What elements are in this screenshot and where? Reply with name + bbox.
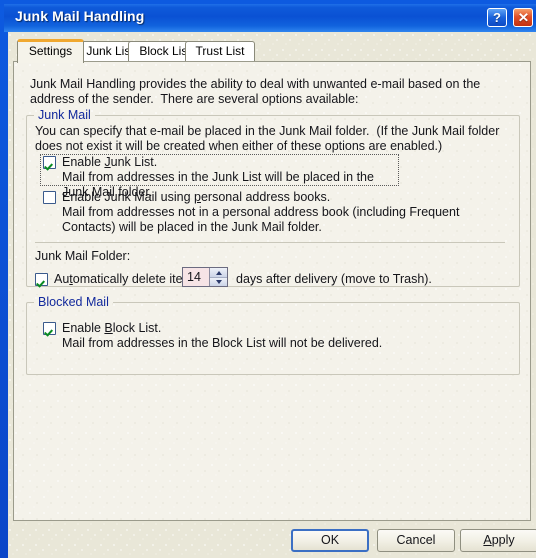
auto-delete-suffix: days after delivery (move to Trash).	[236, 272, 432, 286]
close-glyph: ✕	[517, 10, 529, 25]
tab-trust-list-label: Trust List	[195, 44, 245, 58]
cancel-button[interactable]: Cancel	[377, 529, 455, 552]
junk-mail-description: You can specify that e-mail be placed in…	[35, 124, 503, 153]
enable-block-list-label: Enable Block List.	[62, 321, 162, 335]
tab-settings-label: Settings	[28, 44, 73, 58]
junk-mail-group-legend: Junk Mail	[34, 108, 95, 122]
help-glyph: ?	[493, 10, 501, 25]
enable-junk-list-checkbox-row[interactable]: Enable Junk List. Mail from addresses in…	[43, 155, 399, 199]
enable-personal-address-books-sublabel: Mail from addresses not in a personal ad…	[62, 205, 460, 234]
help-icon[interactable]: ?	[487, 8, 507, 27]
auto-delete-checkbox[interactable]	[35, 273, 48, 286]
intro-text: Junk Mail Handling provides the ability …	[30, 77, 484, 106]
enable-block-list-checkbox-row[interactable]: Enable Block List. Mail from addresses i…	[43, 321, 483, 353]
cancel-button-label: Cancel	[396, 533, 436, 547]
window-title: Junk Mail Handling	[15, 8, 145, 24]
enable-personal-address-books-checkbox-row[interactable]: Enable Junk Mail using personal address …	[43, 190, 498, 236]
days-spinner-buttons	[209, 268, 227, 286]
ok-button[interactable]: OK	[291, 529, 369, 552]
dialog-client-area: Settings Junk List Block List Trust List…	[8, 32, 536, 558]
close-icon[interactable]: ✕	[513, 8, 533, 27]
tab-trust-list[interactable]: Trust List	[185, 41, 255, 61]
tab-block-list-label: Block List	[139, 44, 191, 58]
days-spinner[interactable]: 14	[182, 267, 228, 287]
enable-junk-list-label: Enable Junk List.	[62, 155, 158, 169]
ok-button-label: OK	[320, 533, 340, 547]
junk-mail-separator	[35, 242, 505, 243]
spinner-down-arrow-icon[interactable]	[210, 277, 227, 286]
auto-delete-label: Automatically delete items	[54, 272, 200, 286]
enable-block-list-checkbox[interactable]	[43, 322, 56, 335]
enable-block-list-sublabel: Mail from addresses in the Block List wi…	[62, 336, 383, 350]
dialog-button-bar: OK Cancel Apply	[8, 526, 536, 558]
spinner-up-arrow-icon[interactable]	[210, 268, 227, 277]
tab-junk-list-label: Junk List	[86, 44, 134, 58]
junk-mail-folder-label: Junk Mail Folder:	[35, 249, 131, 263]
apply-button-label: Apply	[483, 533, 515, 547]
enable-personal-address-books-label: Enable Junk Mail using personal address …	[62, 190, 331, 204]
blocked-mail-group-legend: Blocked Mail	[34, 295, 113, 309]
dialog-window: Junk Mail Handling ? ✕ Settings Junk Lis…	[0, 0, 536, 558]
apply-button[interactable]: Apply	[460, 529, 536, 552]
settings-tab-panel: Junk Mail Handling provides the ability …	[13, 61, 531, 521]
days-spinner-value: 14	[187, 270, 201, 284]
enable-personal-address-books-checkbox[interactable]	[43, 191, 56, 204]
tab-settings[interactable]: Settings	[17, 39, 84, 63]
title-bar[interactable]: Junk Mail Handling ? ✕	[4, 4, 536, 32]
enable-junk-list-checkbox[interactable]	[43, 156, 56, 169]
